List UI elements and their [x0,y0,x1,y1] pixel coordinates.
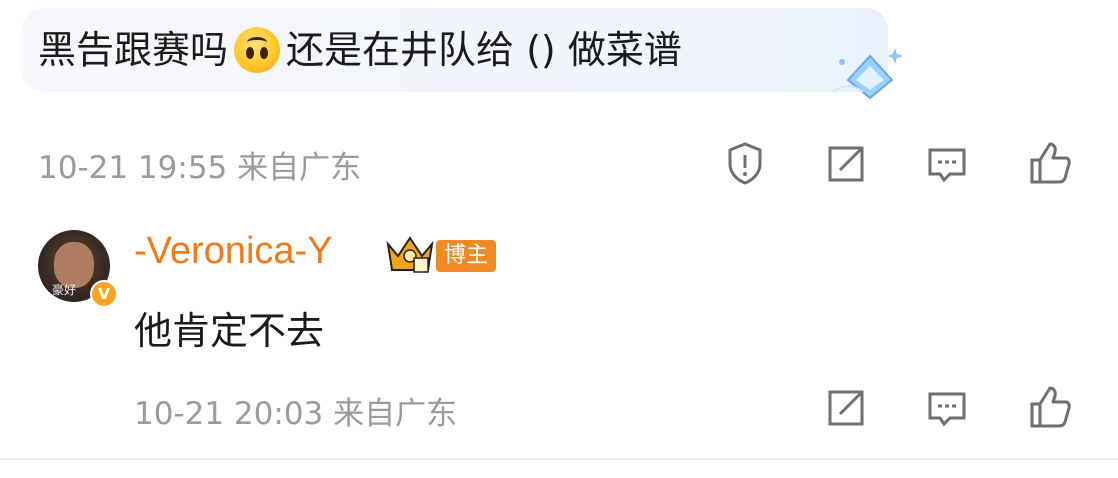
comment-icon[interactable] [922,138,972,188]
report-icon[interactable] [720,138,770,188]
share-icon[interactable] [822,382,872,432]
upside-down-face-emoji-icon [234,27,281,73]
comment-text: 黑告跟赛吗 还是在井队给 () 做菜谱 [38,22,682,78]
verified-badge-icon: V [90,280,118,308]
role-badge: 博主 [436,240,497,272]
diamond-sticker-icon [832,48,903,100]
reply-text: 他肯定不去 [134,309,325,353]
comment-text-part-2: 还是在井队给 () 做菜谱 [286,28,682,72]
comment-icon[interactable] [922,382,972,432]
avatar-caption: 豪好 [52,283,77,297]
comment-timestamp: 10-21 19:55 [38,150,228,186]
comment-text-part-1: 黑告跟赛吗 [38,28,229,72]
comment-location: 来自广东 [237,150,362,186]
username[interactable]: -Veronica-Y [134,230,333,273]
reply-location: 来自广东 [333,396,458,432]
share-icon[interactable] [822,138,872,188]
reply-meta: 10-21 20:03 来自广东 [134,388,457,433]
like-icon[interactable] [1024,382,1074,432]
reply-timestamp: 10-21 20:03 [134,396,324,432]
comment-meta: 10-21 19:55 来自广东 [38,142,361,187]
like-icon[interactable] [1024,138,1074,188]
crown-icon [386,236,434,273]
bottom-area [0,460,1118,478]
